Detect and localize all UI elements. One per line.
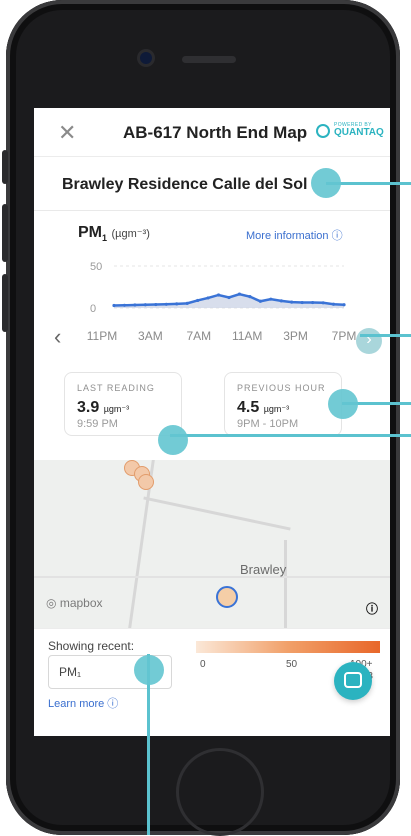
chart-ytick-label: 50 [90, 261, 102, 273]
mute-switch [2, 150, 8, 184]
previous-hour-number: 4.5 [237, 399, 260, 416]
last-reading-unit: µgm⁻³ [103, 404, 130, 414]
previous-hour-card: PREVIOUS HOUR 4.5 µgm⁻³ 9PM - 10PM [224, 372, 342, 436]
annotation-line [360, 334, 411, 337]
close-icon[interactable]: ✕ [58, 120, 76, 146]
color-legend [196, 641, 380, 653]
chart-xtick-label: 11AM [232, 329, 262, 343]
volume-down-button [2, 274, 8, 332]
mapbox-attribution[interactable]: ◎ mapbox [46, 596, 103, 610]
chart-point [133, 303, 137, 307]
chart-xtick-label: 7AM [186, 329, 211, 343]
brand-name: QUANTAQ [334, 127, 384, 138]
quantaq-logo-icon [316, 123, 330, 138]
chart-point [321, 301, 325, 305]
location-name: Brawley Residence Calle del Sol [62, 176, 308, 193]
map-road [284, 540, 287, 628]
chart-point [279, 299, 283, 303]
chart-title: PM1 (µgm⁻³) [78, 224, 150, 243]
legend-tick-mid: 50 [286, 659, 298, 670]
chevron-left-icon[interactable]: ‹ [54, 324, 61, 350]
selected-sensor-marker[interactable] [216, 586, 238, 608]
previous-hour-value: 4.5 µgm⁻³ [237, 399, 289, 417]
pm1-chart: 50 0 11PM 3AM 7AM 11AM 3PM 7PM [87, 261, 357, 343]
annotation-knob [311, 168, 341, 198]
chart-point [237, 292, 242, 296]
volume-up-button [2, 204, 8, 262]
app-screen: ✕ AB-617 North End Map POWERED BY QUANTA… [34, 108, 390, 736]
chart-point [342, 303, 346, 307]
map-view[interactable]: Brawley ◎ mapbox ⓘ [34, 460, 390, 628]
chart-xtick-label: 3AM [138, 329, 163, 343]
pollutant-select-value: PM₁ [59, 665, 82, 679]
chart-point [269, 297, 273, 301]
last-reading-number: 3.9 [77, 399, 100, 416]
last-reading-label: LAST READING [77, 383, 155, 393]
previous-hour-time: 9PM - 10PM [237, 418, 299, 430]
chart-point [175, 302, 179, 306]
map-place-label: Brawley [240, 562, 287, 577]
chat-bubble-icon[interactable] [334, 662, 372, 700]
chart-point [258, 299, 262, 303]
chart-point [206, 296, 210, 300]
map-road [34, 576, 390, 578]
page-title: AB-617 North End Map [123, 123, 308, 142]
brand-logo: POWERED BY QUANTAQ [316, 123, 384, 138]
map-road [143, 496, 291, 531]
showing-recent-label: Showing recent: [48, 639, 135, 653]
front-camera [140, 52, 152, 64]
chart-point [216, 293, 221, 297]
divider [34, 210, 390, 211]
last-reading-value: 3.9 µgm⁻³ [77, 399, 129, 417]
chart-ytick-label: 0 [90, 303, 96, 315]
chart-point [143, 303, 147, 307]
chart-pollutant: PM [78, 224, 102, 241]
chevron-right-icon[interactable]: › [356, 328, 382, 354]
chart-point [227, 295, 231, 300]
chart-point [311, 300, 315, 305]
chart-pollutant-subscript: 1 [102, 233, 108, 244]
annotation-knob [158, 425, 188, 455]
home-button[interactable] [176, 748, 264, 836]
chart-point [331, 302, 336, 306]
chart-xtick-label: 3PM [283, 329, 308, 343]
learn-more-link[interactable]: Learn more ⓘ [48, 695, 118, 711]
mapbox-label: mapbox [59, 596, 103, 610]
last-reading-time: 9:59 PM [77, 418, 118, 430]
annotation-knob [328, 389, 358, 419]
chart-point [164, 302, 168, 306]
annotation-line [170, 434, 411, 437]
previous-hour-unit: µgm⁻³ [263, 404, 290, 414]
chart-xtick-label: 7PM [332, 329, 357, 343]
chart-point [122, 303, 127, 307]
chart-point [300, 300, 304, 305]
more-information-link[interactable]: More information ⓘ [246, 227, 343, 243]
chart-point [112, 303, 116, 308]
chart-point [290, 300, 294, 304]
top-bar: ✕ AB-617 North End Map POWERED BY QUANTA… [34, 108, 390, 157]
annotation-knob [134, 655, 164, 685]
sensor-marker[interactable] [138, 474, 154, 490]
chart-point [185, 301, 189, 305]
earpiece-speaker [182, 56, 236, 63]
chart-unit: (µgm⁻³) [111, 228, 150, 240]
info-icon[interactable]: ⓘ [366, 600, 378, 617]
previous-hour-label: PREVIOUS HOUR [237, 383, 326, 393]
chart-point [248, 295, 252, 299]
mapbox-logo-icon: ◎ [46, 596, 57, 610]
chart-xtick-label: 11PM [87, 329, 117, 343]
chart-point [154, 302, 158, 307]
chart-point [196, 298, 200, 303]
legend-tick-min: 0 [200, 659, 206, 670]
